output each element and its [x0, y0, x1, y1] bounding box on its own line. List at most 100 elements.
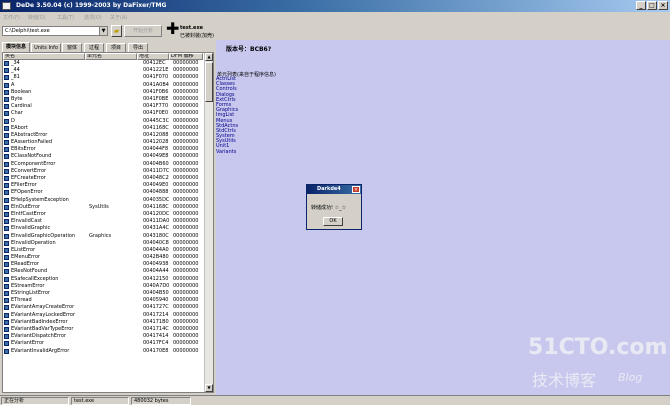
menu-options[interactable]: 选项(O) [84, 14, 102, 21]
table-row[interactable]: A 0041A0B4 00000000 [3, 82, 203, 89]
table-row[interactable]: D 00445C3C 00000000 [3, 118, 203, 125]
address-cell: 004048C2 [143, 175, 169, 181]
tab-exports[interactable]: 导出 [128, 43, 148, 52]
column-headers: 类名 单元名 地址 DFM 偏移 [3, 53, 203, 60]
table-row[interactable]: EResNotFound 00404A44 00000000 [3, 268, 203, 275]
scroll-thumb[interactable] [205, 62, 213, 102]
class-icon [4, 154, 9, 160]
table-row[interactable]: EComponentError 00404B60 00000000 [3, 161, 203, 168]
table-row[interactable]: EHelpSystemException 004035DC 00000000 [3, 197, 203, 204]
table-row[interactable]: _34 00412EC 00000000 [3, 60, 203, 67]
table-row[interactable]: EIntfCastError 004120DC 00000000 [3, 211, 203, 218]
dfm-offset-cell: 00000000 [173, 124, 199, 131]
dfm-offset-cell: 00000000 [173, 297, 199, 304]
open-folder-button[interactable]: ▰ [111, 25, 122, 37]
table-row[interactable]: EVariantError 00417FC4 00000000 [3, 340, 203, 347]
minimize-button[interactable]: _ [636, 1, 646, 10]
table-row[interactable]: EVariantInvalidArgError 004170E8 00000000 [3, 348, 203, 355]
tab-units-info[interactable]: Units Info [31, 43, 61, 52]
file-path-combo[interactable]: C:\Delphi\test.exe ▼ [2, 26, 108, 36]
class-icon [4, 168, 9, 174]
table-row[interactable]: EAbort 0041168C 00000000 [3, 125, 203, 132]
dfm-offset-cell: 00000000 [173, 167, 199, 174]
close-button[interactable]: × [658, 1, 668, 10]
table-row[interactable]: EInvalidCast 00411DA0 00000000 [3, 218, 203, 225]
dialog-close-button[interactable]: × [352, 186, 360, 193]
class-name-cell: EHelpSystemException [11, 196, 69, 203]
table-row[interactable]: Boolean 0041F0B6 00000000 [3, 89, 203, 96]
table-row[interactable]: _81 0041F070 00000000 [3, 74, 203, 81]
table-row[interactable]: EStreamError 0040A7D0 00000000 [3, 283, 203, 290]
table-row[interactable]: EFilerError 004049E0 00000000 [3, 182, 203, 189]
dfm-offset-cell: 00000000 [173, 60, 199, 66]
tab-procedures[interactable]: 过程 [84, 43, 104, 52]
class-name-cell: EBitsError [11, 146, 36, 153]
menu-file[interactable]: 文件(F) [3, 14, 20, 21]
unit-name-cell: Graphics [89, 232, 112, 239]
column-dfm-offset[interactable]: DFM 偏移 [169, 53, 203, 60]
table-row[interactable]: EListError 004044A0 00000000 [3, 247, 203, 254]
unit-list-item[interactable]: Variants [216, 149, 276, 155]
start-analysis-button[interactable]: 开始分析 [124, 25, 162, 37]
table-row[interactable]: Cardinal 0041F770 00000000 [3, 103, 203, 110]
class-icon [4, 82, 9, 88]
table-row[interactable]: EInOutError SysUtils 0041168C 00000000 [3, 204, 203, 211]
chevron-down-icon[interactable]: ▼ [99, 27, 107, 35]
table-row[interactable]: EBitsError 004044F8 00000000 [3, 146, 203, 153]
table-row[interactable]: EStringListError 00404B50 00000000 [3, 290, 203, 297]
table-row[interactable]: ESafecallException 00412150 00000000 [3, 276, 203, 283]
table-row[interactable]: EFCreateError 004048C2 00000000 [3, 175, 203, 182]
table-row[interactable]: EAssertionFailed 00412028 00000000 [3, 139, 203, 146]
address-cell: 004040C8 [143, 239, 169, 246]
tab-module-info[interactable]: 模块信息 [2, 42, 30, 52]
dfm-offset-cell: 00000000 [173, 282, 199, 289]
class-name-cell: EAbstractError [11, 131, 48, 138]
table-row[interactable]: EVariantBadVarTypeError 0041714C 00000000 [3, 326, 203, 333]
class-name-cell: _44 [11, 67, 20, 74]
table-row[interactable]: EConvertError 00411D7C 00000000 [3, 168, 203, 175]
dialog-ok-button[interactable]: OK [323, 217, 343, 226]
address-cell: 00405940 [143, 297, 169, 304]
table-row[interactable]: EVariantArrayLockedError 00417214 00000000 [3, 312, 203, 319]
table-row[interactable]: EVariantBadIndexError 004171B0 00000000 [3, 319, 203, 326]
menu-tools[interactable]: 工具(T) [57, 14, 74, 21]
table-row[interactable]: EReadError 00404938 00000000 [3, 261, 203, 268]
maximize-button[interactable]: □ [647, 1, 657, 10]
toolbar: C:\Delphi\test.exe ▼ ▰ 开始分析 ✚ test.exe 已… [0, 21, 670, 40]
table-row[interactable]: Byte 0041F0BE 00000000 [3, 96, 203, 103]
column-address[interactable]: 地址 [137, 53, 169, 60]
class-icon [4, 255, 9, 261]
address-cell: 00445C3C [143, 117, 170, 124]
table-row[interactable]: Char 0041F0E0 00000000 [3, 110, 203, 117]
column-unit-name[interactable]: 单元名 [85, 53, 137, 60]
scroll-down-button[interactable]: ▼ [205, 384, 213, 392]
class-name-cell: EThread [11, 297, 32, 304]
class-list[interactable]: 类名 单元名 地址 DFM 偏移 _34 00412EC 00000000 _44 00… [2, 52, 214, 393]
table-row[interactable]: EMenuError 0042B480 00000000 [3, 254, 203, 261]
address-cell: 004171B0 [143, 318, 169, 325]
table-row[interactable]: EVariantArrayCreateError 0041727C 00000000 [3, 304, 203, 311]
address-cell: 00404B50 [143, 290, 169, 296]
table-row[interactable]: EFOpenError 00404888 00000000 [3, 189, 203, 196]
column-class-name[interactable]: 类名 [3, 53, 85, 60]
table-row[interactable]: EVariantDispatchError 00417414 00000000 [3, 333, 203, 340]
class-name-cell: Cardinal [11, 103, 32, 110]
table-row[interactable]: EThread 00405940 00000000 [3, 297, 203, 304]
tab-project[interactable]: 项目 [106, 43, 126, 52]
menu-about[interactable]: 关于(A) [110, 14, 127, 21]
table-row[interactable]: _44 0041221E 00000000 [3, 67, 203, 74]
table-row[interactable]: EInvalidGraphicOperation Graphics 0043180C… [3, 233, 203, 240]
scroll-up-button[interactable]: ▲ [205, 53, 213, 61]
class-name-cell: EInOutError [11, 203, 41, 210]
class-name-cell: ESafecallException [11, 275, 59, 282]
table-row[interactable]: EInvalidOperation 004040C8 00000000 [3, 240, 203, 247]
table-row[interactable]: EAbstractError 00412088 00000000 [3, 132, 203, 139]
menu-dump[interactable]: 转储(D) [28, 14, 46, 21]
tab-forms[interactable]: 窗体 [62, 43, 82, 52]
table-row[interactable]: EClassNotFound 004049E8 00000000 [3, 153, 203, 160]
class-icon [4, 312, 9, 318]
class-name-cell: EStreamError [11, 282, 45, 289]
details-panel: 版本号：BCB6? 单元列表(来自于程序信息) ActnList Classes C… [216, 40, 670, 395]
vertical-scrollbar[interactable]: ▲ ▼ [204, 53, 213, 392]
table-row[interactable]: EInvalidGraphic 00431A4C 00000000 [3, 225, 203, 232]
